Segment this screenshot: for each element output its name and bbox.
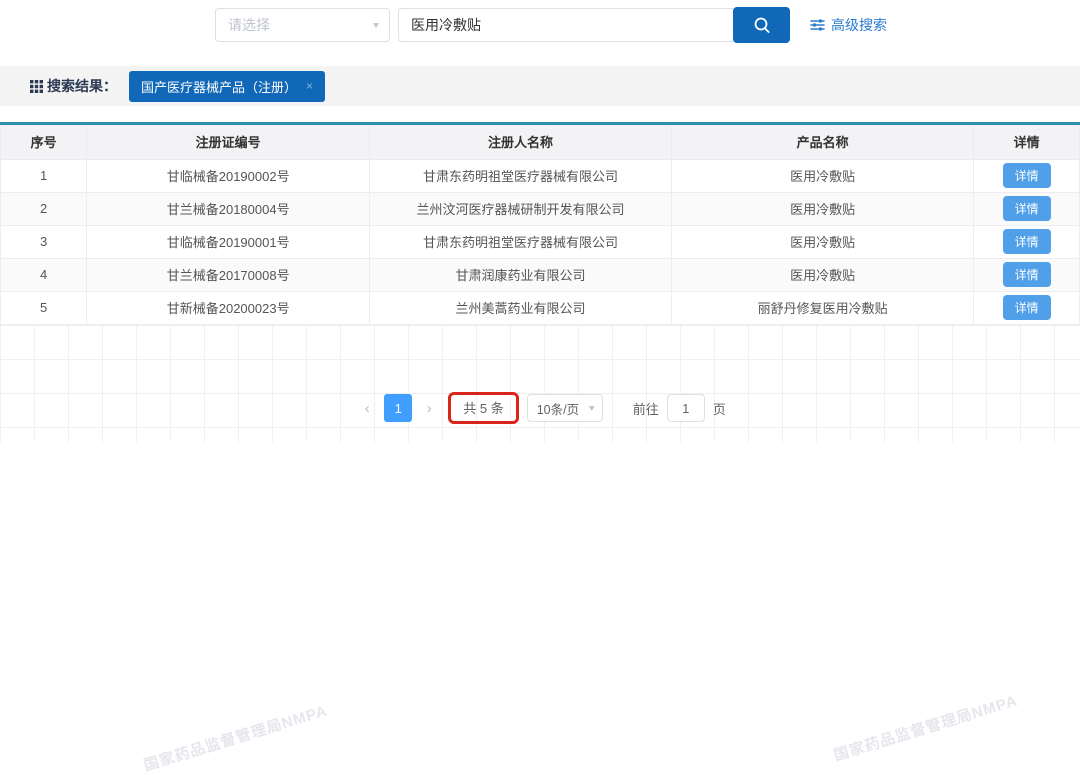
- result-filter-tag-label: 国产医疗器械产品（注册）: [141, 77, 297, 96]
- cell-cert: 甘临械备20190002号: [87, 159, 370, 192]
- cell-no: 1: [1, 159, 87, 192]
- page-number-button[interactable]: 1: [384, 394, 412, 422]
- close-icon[interactable]: ×: [306, 79, 313, 93]
- grid-icon: [30, 80, 43, 93]
- cell-cert: 甘新械备20200023号: [87, 291, 370, 324]
- next-page-button[interactable]: ›: [416, 394, 442, 422]
- column-header-cert: 注册证编号: [87, 125, 370, 159]
- detail-button[interactable]: 详情: [1003, 295, 1051, 320]
- page-size-select[interactable]: 10条/页 ▾: [527, 394, 603, 422]
- column-header-product: 产品名称: [672, 125, 974, 159]
- cell-registrant: 兰州汶河医疗器械研制开发有限公司: [370, 192, 672, 225]
- chevron-down-icon: ▾: [373, 19, 379, 30]
- cell-product: 医用冷敷贴: [672, 159, 974, 192]
- category-select[interactable]: 请选择 ▾: [215, 8, 390, 42]
- detail-button[interactable]: 详情: [1003, 196, 1051, 221]
- table-row: 5 甘新械备20200023号 兰州美蒿药业有限公司 丽舒丹修复医用冷敷贴 详情: [1, 291, 1080, 324]
- table-row: 2 甘兰械备20180004号 兰州汶河医疗器械研制开发有限公司 医用冷敷贴 详…: [1, 192, 1080, 225]
- advanced-search-link[interactable]: 高级搜索: [810, 15, 887, 35]
- cell-product: 医用冷敷贴: [672, 225, 974, 258]
- cell-registrant: 甘肃润康药业有限公司: [370, 258, 672, 291]
- watermark-text: 国家药品监督管理局NMPA: [831, 690, 1020, 766]
- goto-label: 前往: [633, 399, 659, 418]
- cell-registrant: 甘肃东药明祖堂医疗器械有限公司: [370, 159, 672, 192]
- results-label: 搜索结果：: [47, 76, 117, 96]
- table-row: 3 甘临械备20190001号 甘肃东药明祖堂医疗器械有限公司 医用冷敷贴 详情: [1, 225, 1080, 258]
- advanced-search-label: 高级搜索: [831, 15, 887, 35]
- search-icon: [752, 15, 772, 35]
- results-bar: 搜索结果： 国产医疗器械产品（注册） ×: [0, 66, 1080, 106]
- watermark-text: 国家药品监督管理局NMPA: [141, 700, 330, 775]
- detail-button[interactable]: 详情: [1003, 262, 1051, 287]
- search-bar: 请选择 ▾ 高级搜: [215, 7, 887, 43]
- table-row: 1 甘临械备20190002号 甘肃东药明祖堂医疗器械有限公司 医用冷敷贴 详情: [1, 159, 1080, 192]
- cell-cert: 甘临械备20190001号: [87, 225, 370, 258]
- chevron-down-icon: ▾: [589, 402, 595, 413]
- results-table: 序号 注册证编号 注册人名称 产品名称 详情 1 甘临械备20190002号 甘…: [0, 125, 1080, 325]
- table-header-row: 序号 注册证编号 注册人名称 产品名称 详情: [1, 125, 1080, 159]
- column-header-no: 序号: [1, 125, 87, 159]
- filter-sliders-icon: [810, 18, 831, 32]
- goto-page-input[interactable]: [667, 394, 705, 422]
- category-select-placeholder: 请选择: [228, 15, 270, 35]
- cell-no: 4: [1, 258, 87, 291]
- column-header-detail: 详情: [974, 125, 1080, 159]
- column-header-registrant: 注册人名称: [370, 125, 672, 159]
- cell-product: 医用冷敷贴: [672, 192, 974, 225]
- cell-product: 医用冷敷贴: [672, 258, 974, 291]
- cell-no: 5: [1, 291, 87, 324]
- total-count-highlight-box: 共 5 条: [448, 392, 518, 424]
- detail-button[interactable]: 详情: [1003, 229, 1051, 254]
- cell-product: 丽舒丹修复医用冷敷贴: [672, 291, 974, 324]
- prev-page-button[interactable]: ‹: [354, 394, 380, 422]
- cell-cert: 甘兰械备20180004号: [87, 192, 370, 225]
- cell-cert: 甘兰械备20170008号: [87, 258, 370, 291]
- goto-suffix-label: 页: [713, 399, 726, 418]
- search-button[interactable]: [733, 7, 790, 43]
- total-count-label: 共 5 条: [463, 401, 503, 416]
- search-input[interactable]: [398, 8, 733, 42]
- goto-page-group: 前往 页: [633, 394, 726, 422]
- results-table-container: 序号 注册证编号 注册人名称 产品名称 详情 1 甘临械备20190002号 甘…: [0, 122, 1080, 325]
- detail-button[interactable]: 详情: [1003, 163, 1051, 188]
- result-filter-tag[interactable]: 国产医疗器械产品（注册） ×: [129, 71, 325, 102]
- pagination: ‹ 1 › 共 5 条 10条/页 ▾ 前往 页: [0, 392, 1080, 424]
- page-size-value: 10条/页: [537, 399, 579, 418]
- background-grid: 国家药品监督管理局NMPA 国家药品监督管理局NMPA: [0, 325, 1080, 442]
- cell-registrant: 甘肃东药明祖堂医疗器械有限公司: [370, 225, 672, 258]
- table-row: 4 甘兰械备20170008号 甘肃润康药业有限公司 医用冷敷贴 详情: [1, 258, 1080, 291]
- cell-no: 3: [1, 225, 87, 258]
- cell-registrant: 兰州美蒿药业有限公司: [370, 291, 672, 324]
- cell-no: 2: [1, 192, 87, 225]
